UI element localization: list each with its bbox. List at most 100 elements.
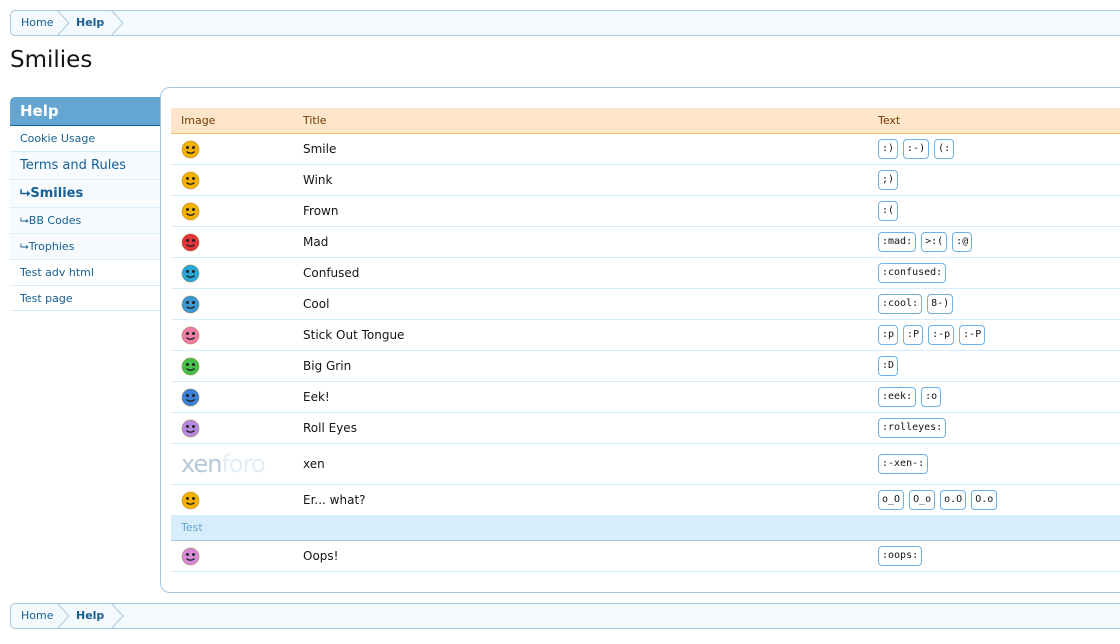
table-row: Mad :mad: >:(:@ xyxy=(171,227,1120,258)
smilie-codes: :D xyxy=(878,356,899,376)
breadcrumb-help-link[interactable]: Help xyxy=(76,604,104,628)
smilie-title: Stick Out Tongue xyxy=(303,328,405,342)
smile-icon xyxy=(181,140,200,159)
smilie-title: Mad xyxy=(303,235,329,249)
table-row: Roll Eyes :rolleyes: xyxy=(171,413,1120,444)
sidebar-item-smilies[interactable]: ⮡Smilies xyxy=(10,180,160,208)
smilies-table: Smile :):-) (: Wink;) Frown :( Mad :mad: >:(:@ Co… xyxy=(171,134,1120,572)
smilie-title: Oops! xyxy=(303,549,339,563)
smilie-codes: o_O O_o o.O O.o xyxy=(878,490,998,510)
breadcrumb-home-link[interactable]: Home xyxy=(21,604,53,628)
smilie-code: :-) xyxy=(903,139,930,159)
smilie-code: 8-) xyxy=(927,294,954,314)
smilie-code: :p xyxy=(878,325,899,345)
smilie-title: xen xyxy=(303,457,325,471)
er-what-icon xyxy=(181,491,200,510)
smilie-codes: :):-) (: xyxy=(878,139,955,159)
smilie-code: o_O xyxy=(878,490,905,510)
sidebar-item-trophies[interactable]: ⮡Trophies xyxy=(10,234,160,260)
breadcrumb-separator-icon xyxy=(111,10,124,36)
smilie-group-header: Test xyxy=(171,516,1120,541)
smilie-code: :cool: xyxy=(878,294,923,314)
smilie-code: ;) xyxy=(878,170,899,190)
tongue-icon xyxy=(181,326,200,345)
smilie-code: :confused: xyxy=(878,263,947,283)
breadcrumb-separator-icon xyxy=(57,603,70,629)
smilie-code: :-p xyxy=(928,325,955,345)
smilie-codes: ;) xyxy=(878,170,899,190)
oops-icon xyxy=(181,547,200,566)
smilie-code: :-P xyxy=(959,325,986,345)
eek-icon xyxy=(181,388,200,407)
sidebar-item-test-page[interactable]: Test page xyxy=(10,286,160,311)
smilie-code: :( xyxy=(878,201,899,221)
frown-icon xyxy=(181,202,200,221)
table-row: Confused :confused: xyxy=(171,258,1120,289)
smilie-code: :@ xyxy=(952,232,973,252)
table-row: Stick Out Tongue :p:P:-p:-P xyxy=(171,320,1120,351)
smilie-codes: :( xyxy=(878,201,899,221)
page-title: Smilies xyxy=(10,47,93,73)
smilie-title: Confused xyxy=(303,266,360,280)
logo-text: foro xyxy=(221,450,265,478)
smilie-code: o.O xyxy=(940,490,967,510)
table-row: Wink;) xyxy=(171,165,1120,196)
smilie-title: Frown xyxy=(303,204,339,218)
logo-text: xen xyxy=(181,450,222,478)
sidebar-heading: Help xyxy=(10,97,160,126)
smilie-codes: :rolleyes: xyxy=(878,418,947,438)
header-image: Image xyxy=(181,114,216,127)
smilie-codes: :mad: >:(:@ xyxy=(878,232,973,252)
table-row: xenforo xen:-xen-: xyxy=(171,444,1120,485)
grin-icon xyxy=(181,357,200,376)
smilie-title: Er... what? xyxy=(303,493,366,507)
smilie-codes: :oops: xyxy=(878,546,923,566)
sidebar-item-bb-codes[interactable]: ⮡BB Codes xyxy=(10,208,160,234)
table-row: Cool :cool: 8-) xyxy=(171,289,1120,320)
sidebar-item-test-adv-html[interactable]: Test adv html xyxy=(10,260,160,286)
smilie-code: :) xyxy=(878,139,899,159)
header-title: Title xyxy=(303,114,327,127)
smilie-code: :D xyxy=(878,356,899,376)
wink-icon xyxy=(181,171,200,190)
confused-icon xyxy=(181,264,200,283)
smilie-codes: :-xen-: xyxy=(878,454,929,474)
smilie-code: O_o xyxy=(909,490,936,510)
table-row: Smile :):-) (: xyxy=(171,134,1120,165)
smilie-code: :oops: xyxy=(878,546,923,566)
smilie-code: :-xen-: xyxy=(878,454,929,474)
table-row: Eek! :eek::o xyxy=(171,382,1120,413)
smilie-code: :o xyxy=(921,387,942,407)
smilie-title: Wink xyxy=(303,173,333,187)
smilie-codes: :eek::o xyxy=(878,387,942,407)
smilies-panel: Image Title Text Smile :):-) (: Wink;) Frown… xyxy=(160,87,1120,593)
smilie-codes: :p:P:-p:-P xyxy=(878,325,986,345)
smilie-code: >:( xyxy=(921,232,948,252)
smilie-title: Smile xyxy=(303,142,337,156)
smilie-title: Roll Eyes xyxy=(303,421,357,435)
smilie-title: Eek! xyxy=(303,390,330,404)
smilie-code: :mad: xyxy=(878,232,917,252)
smilie-title: Cool xyxy=(303,297,330,311)
breadcrumb-bottom: Home Help xyxy=(10,603,1120,629)
table-row: Er... what? o_O O_o o.O O.o xyxy=(171,485,1120,516)
smilie-code: O.o xyxy=(971,490,998,510)
smilie-title: Big Grin xyxy=(303,359,352,373)
smilie-code: :P xyxy=(903,325,924,345)
smilie-code: :eek: xyxy=(878,387,917,407)
smilie-code: :rolleyes: xyxy=(878,418,947,438)
table-row: Oops! :oops: xyxy=(171,541,1120,572)
rolleyes-icon xyxy=(181,419,200,438)
smilie-codes: :confused: xyxy=(878,263,947,283)
table-header: Image Title Text xyxy=(171,108,1120,134)
sidebar-item-terms-and-rules[interactable]: Terms and Rules xyxy=(10,152,160,180)
breadcrumb-home-link[interactable]: Home xyxy=(21,11,53,35)
smilie-codes: :cool: 8-) xyxy=(878,294,954,314)
breadcrumb-help-link[interactable]: Help xyxy=(76,11,104,35)
help-sidebar: Help Cookie Usage Terms and Rules ⮡Smili… xyxy=(10,97,160,311)
mad-icon xyxy=(181,233,200,252)
xenforo-logo-icon: xenforo xyxy=(181,450,266,478)
breadcrumb-separator-icon xyxy=(111,603,124,629)
sidebar-item-cookie-usage[interactable]: Cookie Usage xyxy=(10,126,160,152)
cool-icon xyxy=(181,295,200,314)
